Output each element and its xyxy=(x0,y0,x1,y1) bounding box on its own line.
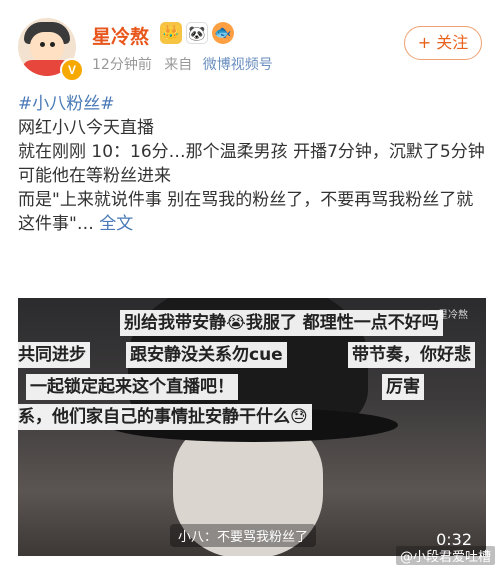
crown-badge-icon: 👑 xyxy=(160,22,182,44)
hashtag-link[interactable]: #小八粉丝# xyxy=(18,94,115,114)
user-badges: 👑 🐼 🐟 xyxy=(160,22,234,44)
fish-badge-icon: 🐟 xyxy=(212,22,234,44)
video-subtitle: 小八：不要骂我粉丝了 xyxy=(170,524,317,547)
avatar-eye xyxy=(40,42,45,47)
panda-badge-icon: 🐼 xyxy=(186,22,208,44)
danmu-comment: 一起锁定起来这个直播吧！ xyxy=(26,374,238,400)
post-line: 而是"上来就说件事 别在骂我的粉丝了，不要再骂我粉丝了就这件事"… xyxy=(18,190,474,234)
post-line: 可能他在等粉丝进来 xyxy=(18,166,171,186)
post-meta: 12分钟前 来自 微博视频号 xyxy=(92,54,273,74)
verified-badge-icon: V xyxy=(60,58,84,82)
avatar-face xyxy=(30,32,64,62)
follow-button[interactable]: + 关注 xyxy=(404,26,482,60)
danmu-comment: 跟安静没关系勿cue xyxy=(126,342,287,368)
danmu-comment: 别给我带安静😭我服了 都理性一点不好吗 xyxy=(120,310,443,336)
username[interactable]: 星冷熬 xyxy=(92,22,149,49)
danmu-comment: 共同进步 xyxy=(18,342,90,368)
from-label: 来自 xyxy=(164,57,193,73)
watermark: @小段君爱吐槽 xyxy=(396,546,496,565)
post-line: 网红小八今天直播 xyxy=(18,118,154,138)
post-time: 12分钟前 xyxy=(92,57,152,73)
post-line: 就在刚刚 10：16分…那个温柔男孩 开播7分钟，沉默了5分钟 xyxy=(18,142,485,162)
danmu-comment: 厉害 xyxy=(382,374,424,400)
post-source-link[interactable]: 微博视频号 xyxy=(203,57,273,73)
avatar-eye xyxy=(50,42,55,47)
post-body: #小八粉丝# 网红小八今天直播 就在刚刚 10：16分…那个温柔男孩 开播7分钟… xyxy=(18,92,488,236)
danmu-comment: 带节奏，你好悲 xyxy=(348,342,475,368)
danmu-comment: 系，他们家自己的事情扯安静干什么😓 xyxy=(18,404,312,430)
video-player[interactable]: @星冷熬 别给我带安静😭我服了 都理性一点不好吗 共同进步 跟安静没关系勿cue… xyxy=(18,298,486,556)
expand-full-text-link[interactable]: 全文 xyxy=(99,214,133,234)
